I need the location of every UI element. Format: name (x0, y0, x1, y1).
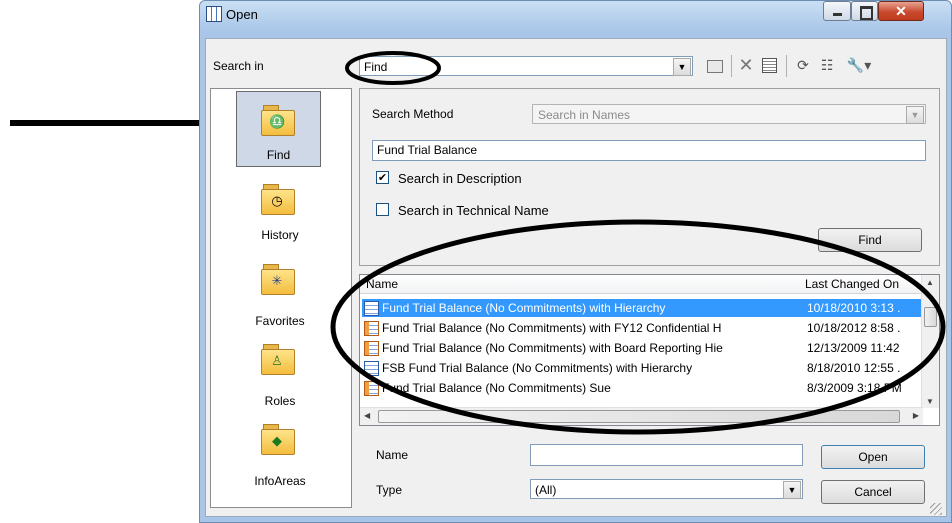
annotation-ellipse-large (330, 219, 946, 435)
search-method-label: Search Method (372, 107, 454, 121)
search-description-checkbox[interactable]: ✔ (376, 171, 389, 184)
window-icon (206, 6, 222, 22)
refresh-icon[interactable]: ⟳ (794, 56, 812, 74)
folder-icon: ◷ (261, 184, 295, 215)
folder-icon: ✳ (261, 264, 295, 295)
sidebar-item-label: InfoAreas (254, 474, 306, 488)
folder-icon: ◆ (261, 424, 295, 455)
person-icon: ♙ (271, 353, 283, 368)
chevron-down-icon[interactable]: ▼ (783, 481, 801, 499)
diamond-icon: ◆ (272, 433, 282, 448)
window-title: Open (226, 7, 258, 22)
resize-grip-icon[interactable] (930, 503, 942, 515)
toolbar-separator (731, 55, 732, 77)
annotation-ellipse-small (345, 51, 441, 85)
sidebar-item-label: Find (266, 148, 291, 162)
type-value: (All) (535, 483, 557, 497)
name-label: Name (376, 448, 409, 462)
chevron-down-icon[interactable]: ▼ (673, 58, 691, 76)
maximize-button[interactable] (851, 1, 878, 21)
toolbar-separator (786, 55, 787, 77)
name-input[interactable] (530, 444, 803, 466)
search-in-label: Search in (213, 59, 264, 73)
list-view-icon[interactable]: ☷ (818, 56, 836, 74)
search-method-value: Search in Names (538, 108, 631, 122)
folder-icon: ♎ (261, 105, 295, 136)
folder-icon: ♙ (261, 344, 295, 375)
chevron-down-icon[interactable]: ▼ (906, 106, 924, 124)
search-input[interactable]: Fund Trial Balance (372, 140, 926, 161)
search-description-label: Search in Description (398, 171, 522, 186)
delete-icon[interactable]: ✕ (737, 56, 755, 74)
cancel-button[interactable]: Cancel (821, 480, 925, 504)
binoculars-icon: ♎ (269, 114, 286, 129)
type-combo[interactable]: (All) ▼ (530, 479, 803, 499)
minimize-icon (833, 13, 842, 16)
close-icon: ✕ (895, 3, 907, 19)
minimize-button[interactable] (823, 1, 851, 21)
checkmark-icon: ✔ (377, 172, 388, 184)
up-folder-icon[interactable] (705, 56, 723, 74)
properties-icon[interactable] (760, 56, 778, 74)
clock-icon: ◷ (271, 193, 283, 208)
maximize-icon (860, 6, 873, 20)
sidebar-item-find[interactable]: ♎ Find (236, 91, 321, 167)
tools-icon[interactable]: 🔧▾ (842, 56, 876, 74)
search-method-combo[interactable]: Search in Names ▼ (532, 104, 926, 124)
close-button[interactable]: ✕ (878, 1, 924, 21)
open-button[interactable]: Open (821, 445, 925, 469)
search-input-value: Fund Trial Balance (377, 143, 478, 157)
type-label: Type (376, 483, 403, 497)
star-icon: ✳ (271, 273, 283, 288)
